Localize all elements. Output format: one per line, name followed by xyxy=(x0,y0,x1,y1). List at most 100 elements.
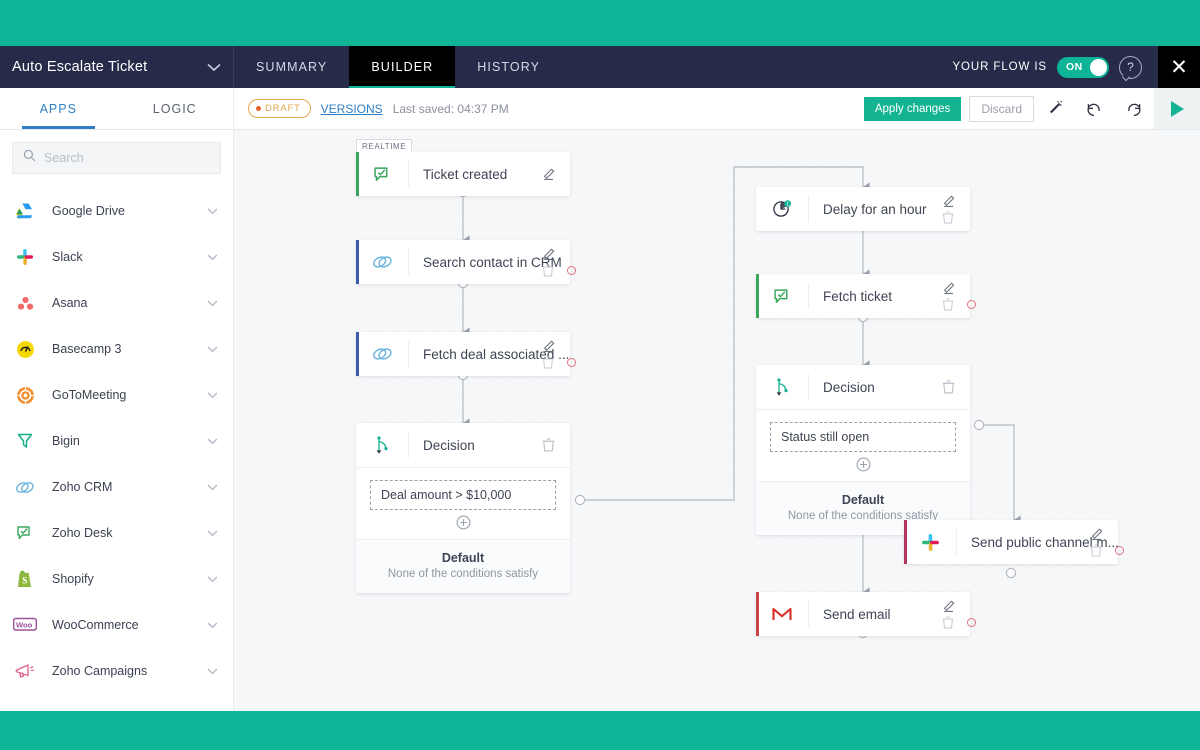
discard-button[interactable]: Discard xyxy=(969,95,1034,122)
node-send-email[interactable]: Send email xyxy=(756,592,976,636)
chevron-down-icon[interactable] xyxy=(205,208,219,215)
node-accent-bar xyxy=(356,240,359,284)
sidebar-item-zoho-crm[interactable]: Zoho CRM xyxy=(0,464,233,510)
chevron-down-icon[interactable] xyxy=(205,484,219,491)
apply-changes-button[interactable]: Apply changes xyxy=(863,96,962,121)
sidebar-item-gotomeeting[interactable]: GoToMeeting xyxy=(0,372,233,418)
node-header: 1 Delay for an hour xyxy=(756,187,970,231)
play-icon xyxy=(1170,100,1184,117)
flow-title-dropdown[interactable]: Auto Escalate Ticket xyxy=(0,46,234,88)
node-header: Decision xyxy=(356,423,570,467)
sidebar-item-label: GoToMeeting xyxy=(52,388,127,402)
gmail-icon xyxy=(756,606,808,622)
edit-pencil-icon[interactable] xyxy=(942,194,955,208)
node-actions xyxy=(932,274,964,318)
tab-history[interactable]: HISTORY xyxy=(455,46,562,88)
node-decision-left[interactable]: Decision Deal amount > $10,000 Default N… xyxy=(356,423,570,593)
tab-apps[interactable]: APPS xyxy=(0,88,117,129)
sidebar-item-woocommerce[interactable]: Woo WooCommerce xyxy=(0,602,233,648)
svg-text:S: S xyxy=(22,575,27,585)
zoho-desk-icon xyxy=(10,522,40,544)
condition-chip-deal-amount[interactable]: Deal amount > $10,000 xyxy=(370,480,556,510)
error-indicator xyxy=(967,618,976,627)
node-fetch-ticket[interactable]: Fetch ticket xyxy=(756,274,976,318)
search-input[interactable] xyxy=(44,151,210,165)
condition-chip-status-open[interactable]: Status still open xyxy=(770,422,956,452)
edit-pencil-icon[interactable] xyxy=(942,281,955,295)
chevron-down-icon[interactable] xyxy=(205,438,219,445)
tab-logic[interactable]: LOGIC xyxy=(117,88,234,129)
node-actions xyxy=(932,365,964,409)
chevron-down-icon[interactable] xyxy=(207,63,221,72)
error-indicator xyxy=(967,300,976,309)
trash-icon[interactable] xyxy=(942,380,955,394)
node-ticket-created[interactable]: REALTIME Ticket created xyxy=(356,139,570,196)
trash-icon[interactable] xyxy=(542,264,554,277)
edit-pencil-icon[interactable] xyxy=(542,339,555,353)
trash-icon[interactable] xyxy=(942,211,954,224)
edit-pencil-icon[interactable] xyxy=(542,167,555,181)
trash-icon[interactable] xyxy=(942,298,954,311)
chevron-down-icon[interactable] xyxy=(205,346,219,353)
chevron-down-icon[interactable] xyxy=(205,576,219,583)
chevron-down-icon[interactable] xyxy=(205,300,219,307)
tab-builder[interactable]: BUILDER xyxy=(349,46,456,88)
node-header: Decision xyxy=(756,365,970,409)
header-right-group: YOUR FLOW IS ON ? xyxy=(952,46,1152,88)
versions-link[interactable]: VERSIONS xyxy=(321,102,383,116)
magic-wand-icon[interactable] xyxy=(1034,88,1074,129)
run-flow-button[interactable] xyxy=(1154,88,1200,129)
edit-pencil-icon[interactable] xyxy=(942,599,955,613)
plus-circle-icon[interactable] xyxy=(856,457,871,472)
sidebar-item-basecamp-3[interactable]: Basecamp 3 xyxy=(0,326,233,372)
node-send-public-channel-message[interactable]: Send public channel m... xyxy=(904,520,1124,564)
sidebar-item-zoho-campaigns[interactable]: Zoho Campaigns xyxy=(0,648,233,694)
flow-meta: DRAFT VERSIONS Last saved: 04:37 PM xyxy=(234,88,509,129)
flow-canvas[interactable]: REALTIME Ticket created Search contact i… xyxy=(234,130,1200,711)
sidebar-item-bigin[interactable]: Bigin xyxy=(0,418,233,464)
node-delay-for-an-hour[interactable]: 1 Delay for an hour xyxy=(756,187,970,231)
sidebar-item-slack[interactable]: Slack xyxy=(0,234,233,280)
slack-icon xyxy=(904,533,956,552)
trash-icon[interactable] xyxy=(942,616,954,629)
trash-icon[interactable] xyxy=(542,438,555,452)
zoho-desk-icon xyxy=(356,165,408,184)
node-header: Search contact in CRM xyxy=(356,240,576,284)
node-fetch-deal-associated[interactable]: Fetch deal associated ... xyxy=(356,332,576,376)
sidebar-item-asana[interactable]: Asana xyxy=(0,280,233,326)
search-box[interactable] xyxy=(12,142,221,174)
node-decision-right[interactable]: Decision Status still open Default None … xyxy=(756,365,970,535)
node-header: Ticket created xyxy=(356,152,570,196)
canvas-inner: REALTIME Ticket created Search contact i… xyxy=(234,130,1200,711)
redo-icon[interactable] xyxy=(1114,88,1154,129)
chevron-down-icon[interactable] xyxy=(205,530,219,537)
sidebar-item-google-drive[interactable]: Google Drive xyxy=(0,188,233,234)
undo-icon[interactable] xyxy=(1074,88,1114,129)
status-badge: DRAFT xyxy=(248,99,311,118)
decision-default-branch[interactable]: Default None of the conditions satisfy xyxy=(356,539,570,593)
draft-dot-icon xyxy=(256,106,261,111)
zoho-desk-icon xyxy=(756,287,808,306)
node-accent-bar xyxy=(756,274,759,318)
zoho-campaigns-icon xyxy=(10,660,40,682)
chevron-down-icon[interactable] xyxy=(205,254,219,261)
edit-pencil-icon[interactable] xyxy=(542,247,555,261)
edit-pencil-icon[interactable] xyxy=(1090,527,1103,541)
plus-circle-icon[interactable] xyxy=(456,515,471,530)
chevron-down-icon[interactable] xyxy=(205,622,219,629)
help-question-icon[interactable]: ? xyxy=(1119,55,1142,79)
sidebar-item-shopify[interactable]: S Shopify xyxy=(0,556,233,602)
woocommerce-icon: Woo xyxy=(10,614,40,636)
trash-icon[interactable] xyxy=(542,356,554,369)
flow-enable-toggle[interactable]: ON xyxy=(1057,56,1109,78)
close-icon[interactable]: ✕ xyxy=(1158,46,1200,88)
chevron-down-icon[interactable] xyxy=(205,668,219,675)
node-search-contact-in-crm[interactable]: Search contact in CRM xyxy=(356,240,576,284)
trash-icon[interactable] xyxy=(1090,544,1102,557)
node-actions xyxy=(532,332,564,376)
tab-summary[interactable]: SUMMARY xyxy=(234,46,349,88)
zoho-crm-icon xyxy=(356,346,408,362)
chevron-down-icon[interactable] xyxy=(205,392,219,399)
sidebar-item-zoho-desk[interactable]: Zoho Desk xyxy=(0,510,233,556)
node-accent-bar xyxy=(356,332,359,376)
